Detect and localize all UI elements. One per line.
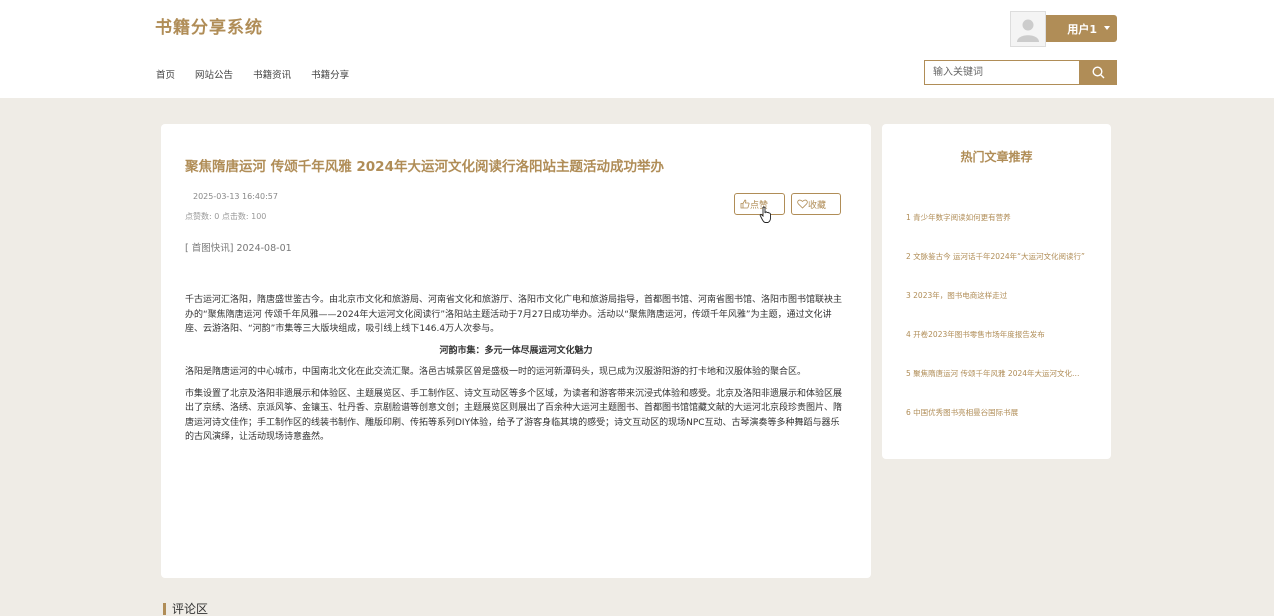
hot-article-item[interactable]: 5 聚焦隋唐运河 传颂千年风雅 2024年大运河文化阅读行 [906, 368, 1086, 379]
hot-articles-title: 热门文章推荐 [960, 150, 1033, 164]
user-menu[interactable]: 用户1 [1010, 11, 1117, 47]
nav-announcements[interactable]: 网站公告 [195, 70, 233, 81]
top-header: 书籍分享系统 用户1 首页 网站公告 书籍资讯 书籍分享 [0, 0, 1274, 98]
hot-article-item[interactable]: 2 文脉鉴古今 运河话千年2024年“大运河文化阅读行” [906, 251, 1086, 262]
article-title: 聚焦隋唐运河 传颂千年风雅 2024年大运河文化阅读行洛阳站主题活动成功举办 [185, 159, 664, 175]
chevron-down-icon[interactable] [1104, 26, 1110, 30]
article-paragraph: 千古运河汇洛阳，隋唐盛世鉴古今。由北京市文化和旅游局、河南省文化和旅游厅、洛阳市… [185, 295, 843, 334]
nav-home[interactable]: 首页 [156, 70, 175, 81]
thumbs-up-icon [740, 199, 750, 209]
comment-section-heading: 评论区 [163, 603, 208, 615]
article-paragraph: 洛阳是隋唐运河的中心城市，中国南北文化在此交流汇聚。洛邑古城景区曾是盛极一时的运… [185, 367, 807, 377]
user-name[interactable]: 用户1 [1067, 21, 1097, 37]
user-avatar-icon [1017, 19, 1039, 42]
search-icon [1092, 66, 1105, 79]
hot-articles-panel: 热门文章推荐 1 青少年数字阅读如何更有营养 2 文脉鉴古今 运河话千年2024… [882, 124, 1111, 459]
article-stats: 点赞数: 0 点击数: 100 [185, 212, 267, 221]
heart-icon [797, 199, 808, 209]
hot-article-item[interactable]: 6 中国优秀图书亮相曼谷国际书展 [906, 407, 1086, 418]
main-nav: 首页 网站公告 书籍资讯 书籍分享 [156, 67, 366, 81]
article-body: 千古运河汇洛阳，隋唐盛世鉴古今。由北京市文化和旅游局、河南省文化和旅游厅、洛阳市… [185, 293, 847, 452]
nav-book-news[interactable]: 书籍资讯 [253, 70, 291, 81]
avatar[interactable] [1010, 11, 1046, 47]
hot-article-item[interactable]: 1 青少年数字阅读如何更有营养 [906, 212, 1086, 223]
nav-book-sharing[interactable]: 书籍分享 [311, 70, 349, 81]
search-button[interactable] [1080, 60, 1117, 85]
hot-article-item[interactable]: 4 开卷2023年图书零售市场年度报告发布 [906, 329, 1086, 340]
article-subheading: 河韵市集：多元一体尽展运河文化魅力 [439, 345, 593, 356]
search-input[interactable] [924, 60, 1080, 85]
favorite-label: 收藏 [808, 200, 827, 211]
article-source: [ 首图快讯] 2024-08-01 [185, 243, 292, 254]
hand-cursor-icon [759, 206, 771, 223]
article-paragraph: 市集设置了北京及洛阳非遗展示和体验区、主题展览区、手工制作区、诗文互动区等多个区… [185, 388, 843, 443]
hot-article-item[interactable]: 3 2023年，图书电商这样走过 [906, 290, 1086, 301]
article-card: 聚焦隋唐运河 传颂千年风雅 2024年大运河文化阅读行洛阳站主题活动成功举办 2… [161, 124, 871, 578]
site-title[interactable]: 书籍分享系统 [155, 13, 263, 38]
article-date: 2025-03-13 16:40:57 [193, 192, 278, 201]
favorite-button[interactable]: 收藏 [791, 193, 841, 215]
